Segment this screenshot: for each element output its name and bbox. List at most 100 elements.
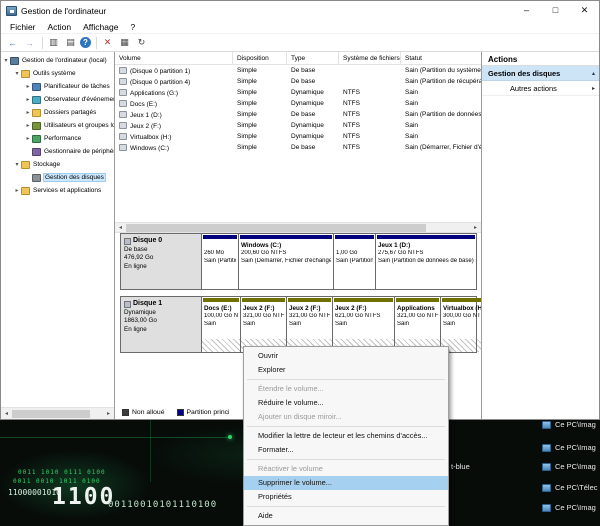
- expander-icon[interactable]: ▸: [24, 96, 32, 103]
- help-icon[interactable]: ?: [80, 37, 91, 48]
- scroll-left-icon[interactable]: ◂: [1, 408, 12, 420]
- disk1-segment-docs[interactable]: Docs (E:) 100,00 Go NTFS Sain: [202, 297, 241, 352]
- volume-row[interactable]: (Disque 0 partition 4) SimpleDe base Sai…: [115, 76, 482, 87]
- menu-item-reactiver-volume[interactable]: Réactiver le volume: [244, 462, 448, 476]
- disk0-segment-jeux1[interactable]: Jeux 1 (D:) 275,67 Go NTFS Sain (Partiti…: [376, 234, 476, 289]
- background-file-row[interactable]: Ce PC\Imag: [542, 443, 596, 452]
- volume-icon: [119, 111, 127, 118]
- tree-item-event-viewer[interactable]: ▸ Observateur d'événements: [1, 93, 114, 106]
- tree-item-device-manager[interactable]: Gestionnaire de périphériques: [1, 145, 114, 158]
- submenu-arrow-icon: ▸: [592, 85, 595, 92]
- tree-item-performance[interactable]: ▸ Performance: [1, 132, 114, 145]
- file-path: Ce PC\Imag: [555, 420, 596, 429]
- column-header[interactable]: Système de fichiers: [339, 52, 401, 64]
- background-file-row[interactable]: Ce PC\Télec: [542, 483, 598, 492]
- menu-item-explorer[interactable]: Explorer: [244, 363, 448, 377]
- wallpaper-binary-text: 00110010101110100: [108, 500, 217, 510]
- properties-icon[interactable]: ▦: [117, 36, 132, 50]
- menu-item-aide[interactable]: Aide: [244, 509, 448, 523]
- volume-row[interactable]: Jeux 1 (D:) SimpleDe base NTFSSain (Part…: [115, 109, 482, 120]
- expander-icon[interactable]: ▾: [2, 57, 10, 64]
- menu-fichier[interactable]: Fichier: [4, 22, 42, 32]
- volume-icon: [119, 89, 127, 96]
- export-list-icon[interactable]: ▤: [63, 36, 78, 50]
- menu-item-ajouter-miroir[interactable]: Ajouter un disque miroir...: [244, 410, 448, 424]
- delete-volume-icon[interactable]: ✕: [100, 36, 115, 50]
- unallocated-swatch: [122, 409, 129, 416]
- column-header[interactable]: Disposition: [233, 52, 287, 64]
- disk0-segment-recovery[interactable]: 1,00 Go Sain (Partition de récupération): [334, 234, 376, 289]
- expander-icon[interactable]: ▾: [13, 161, 21, 168]
- menu-item-reduire-volume[interactable]: Réduire le volume...: [244, 396, 448, 410]
- window-controls: – □ ✕: [512, 1, 599, 20]
- background-file-row[interactable]: Ce PC\Imag: [542, 462, 596, 471]
- back-icon[interactable]: ←: [5, 36, 20, 50]
- window-title: Gestion de l'ordinateur: [21, 6, 106, 16]
- forward-icon[interactable]: →: [22, 36, 37, 50]
- column-header[interactable]: Volume: [115, 52, 233, 64]
- actions-more[interactable]: Autres actions ▸: [482, 81, 599, 96]
- tree-item-services-applications[interactable]: ▸ Services et applications: [1, 184, 114, 197]
- actions-section-disk-management[interactable]: Gestion des disques ▴: [482, 66, 599, 81]
- disk1-segment-jeux2-c[interactable]: Jeux 2 (F:) 621,00 Go NTFS Sain: [333, 297, 395, 352]
- volume-row[interactable]: Virtualbox (H:) SimpleDynamique NTFSSain: [115, 131, 482, 142]
- maximize-button[interactable]: □: [541, 1, 570, 20]
- disk1-segment-jeux2-b[interactable]: Jeux 2 (F:) 321,00 Go NTFS Sain: [287, 297, 333, 352]
- column-header[interactable]: Statut: [401, 52, 482, 64]
- expander-icon[interactable]: ▸: [24, 122, 32, 129]
- volume-row[interactable]: Jeux 2 (F:) SimpleDynamique NTFSSain: [115, 120, 482, 131]
- tree-item-system-tools[interactable]: ▾ Outils système: [1, 67, 114, 80]
- scrollbar-thumb[interactable]: [126, 224, 426, 232]
- collapse-icon[interactable]: ▴: [592, 70, 595, 77]
- title-bar[interactable]: Gestion de l'ordinateur – □ ✕: [1, 1, 599, 20]
- expander-icon[interactable]: ▸: [24, 109, 32, 116]
- show-console-tree-icon[interactable]: ▥: [46, 36, 61, 50]
- background-file-row[interactable]: Ce PC\Imag: [542, 420, 596, 429]
- scroll-right-icon[interactable]: ▸: [470, 222, 481, 234]
- expander-icon[interactable]: ▸: [13, 187, 21, 194]
- expander-icon[interactable]: ▾: [13, 70, 21, 77]
- scrollbar-thumb[interactable]: [12, 410, 90, 418]
- disk-0-info[interactable]: Disque 0 De base 476,92 Go En ligne: [121, 234, 202, 289]
- menu-action[interactable]: Action: [42, 22, 78, 32]
- disk1-segment-applications[interactable]: Applications 321,00 Go NTFS Sain: [395, 297, 441, 352]
- disk0-segment-efi[interactable]: 260 Mo Sain (Partition du système EFI): [202, 234, 239, 289]
- column-header[interactable]: Type: [287, 52, 339, 64]
- menu-item-etendre-volume[interactable]: Étendre le volume...: [244, 382, 448, 396]
- menu-item-ouvrir[interactable]: Ouvrir: [244, 349, 448, 363]
- disk1-segment-virtualbox[interactable]: Virtualbox (H:) 300,00 Go NTFS Sain: [441, 297, 482, 352]
- tree-item-local-users[interactable]: ▸ Utilisateurs et groupes locaux: [1, 119, 114, 132]
- disk1-segment-jeux2-a[interactable]: Jeux 2 (F:) 321,00 Go NTFS Sain: [241, 297, 287, 352]
- volume-color-bar: [242, 298, 285, 302]
- scroll-right-icon[interactable]: ▸: [103, 408, 114, 420]
- scroll-left-icon[interactable]: ◂: [115, 222, 126, 234]
- close-button[interactable]: ✕: [570, 1, 599, 20]
- expander-icon[interactable]: ▸: [24, 135, 32, 142]
- background-file-row[interactable]: Ce PC\Imag: [542, 503, 596, 512]
- menu-item-modifier-lettre[interactable]: Modifier la lettre de lecteur et les che…: [244, 429, 448, 443]
- tree-item-task-scheduler[interactable]: ▸ Planificateur de tâches: [1, 80, 114, 93]
- volume-row[interactable]: Docs (E:) SimpleDynamique NTFSSain: [115, 98, 482, 109]
- tree-item-shared-folders[interactable]: ▸ Dossiers partagés: [1, 106, 114, 119]
- volume-row[interactable]: (Disque 0 partition 1) SimpleDe base Sai…: [115, 65, 482, 76]
- volume-row[interactable]: Applications (G:) SimpleDynamique NTFSSa…: [115, 87, 482, 98]
- disk-0: Disque 0 De base 476,92 Go En ligne 260 …: [120, 233, 477, 290]
- tree-item-disk-management[interactable]: Gestion des disques: [1, 171, 114, 184]
- menu-aide[interactable]: ?: [124, 22, 141, 32]
- menu-affichage[interactable]: Affichage: [77, 22, 124, 32]
- tree-item-storage[interactable]: ▾ Stockage: [1, 158, 114, 171]
- menu-item-supprimer-volume[interactable]: Supprimer le volume...: [244, 476, 448, 490]
- disk-1-info[interactable]: Disque 1 Dynamique 1863,00 Go En ligne: [121, 297, 202, 352]
- menu-item-formater[interactable]: Formater...: [244, 443, 448, 457]
- image-file-icon: [542, 463, 551, 471]
- volume-row[interactable]: Windows (C:) SimpleDe base NTFSSain (Dém…: [115, 142, 482, 153]
- volume-list-horizontal-scrollbar[interactable]: ◂ ▸: [115, 222, 481, 233]
- minimize-button[interactable]: –: [512, 1, 541, 20]
- disk0-segment-windows[interactable]: Windows (C:) 200,60 Go NTFS Sain (Démarr…: [239, 234, 334, 289]
- expander-icon[interactable]: ▸: [24, 83, 32, 90]
- refresh-icon[interactable]: ↻: [134, 36, 149, 50]
- tree-item-computer-management[interactable]: ▾ Gestion de l'ordinateur (local): [1, 54, 114, 67]
- tree-horizontal-scrollbar[interactable]: ◂ ▸: [1, 407, 114, 419]
- computer-management-icon: [6, 6, 17, 16]
- menu-item-proprietes[interactable]: Propriétés: [244, 490, 448, 504]
